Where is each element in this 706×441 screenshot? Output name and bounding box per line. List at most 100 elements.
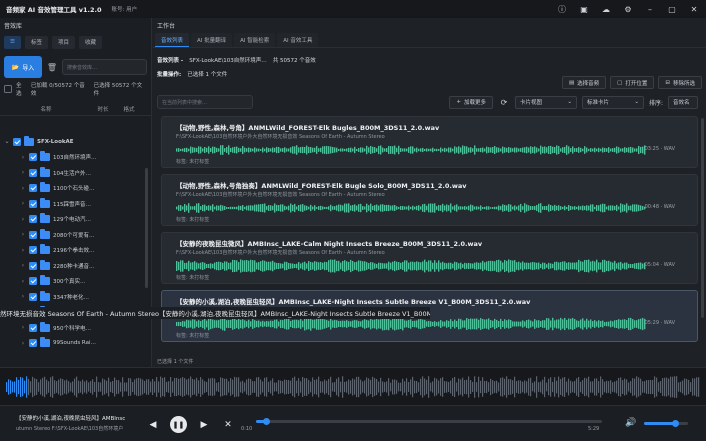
column-name[interactable]: 名称 (0, 105, 92, 113)
chevron-right-icon[interactable]: › (20, 231, 26, 238)
select-audio-button[interactable]: ▤ 选择音频 (561, 76, 607, 89)
chevron-right-icon[interactable]: › (20, 247, 26, 254)
tree-checkbox[interactable] (29, 153, 37, 162)
tree-item[interactable]: › 115踩雪声音… (0, 196, 148, 212)
gear-icon[interactable]: ⚙ (622, 3, 634, 15)
info-icon[interactable]: ⓘ (556, 3, 568, 15)
tree-item[interactable]: › 1100个石头碰… (0, 181, 148, 197)
tree-item[interactable]: › 2080个可爱有… (0, 227, 148, 243)
sound-card[interactable]: 【安静的夜晚昆虫微风】AMBInsc_LAKE-Calm Night Insec… (161, 232, 698, 284)
sound-card[interactable]: 【动物,野性,森林,号角】ANMLWild_FOREST-Elk Bugles_… (161, 116, 698, 168)
waveform-bar (588, 205, 590, 211)
waveform-bar (410, 206, 412, 210)
tree-item[interactable]: › 104生活户外… (0, 165, 148, 181)
tree-checkbox[interactable] (29, 246, 37, 255)
tree-item[interactable]: › 950个科学电… (0, 320, 148, 336)
select-all-checkbox[interactable] (4, 85, 12, 93)
waveform-overview-svg[interactable] (6, 372, 700, 402)
tab-projects[interactable]: 项目 (51, 35, 75, 49)
chevron-right-icon[interactable]: › (20, 216, 26, 223)
waveform-bar (212, 319, 214, 329)
tree-checkbox[interactable] (29, 261, 37, 270)
library-search-input[interactable]: 搜索音效库… (62, 59, 147, 75)
load-more-button[interactable]: + 加载更多 (449, 95, 493, 109)
overview-bar (362, 381, 364, 393)
tab-ai-translate[interactable]: AI 批量翻译 (191, 33, 233, 47)
tab-favorites[interactable]: 收藏 (78, 35, 102, 49)
chevron-right-icon[interactable]: › (20, 185, 26, 192)
sound-card-waveform[interactable] (176, 201, 646, 215)
tree-checkbox[interactable] (29, 199, 37, 208)
tree-root[interactable]: ⌄ SFX-LookAE (0, 134, 148, 150)
tree-checkbox[interactable] (29, 292, 37, 301)
waveform-bar (422, 147, 424, 153)
next-icon[interactable]: ▶ (197, 418, 211, 432)
view-mode-select[interactable]: 卡片视图 ⌄ (514, 95, 577, 109)
sound-card-waveform[interactable] (176, 143, 646, 157)
chevron-right-icon[interactable]: › (20, 200, 26, 207)
chat-icon[interactable]: ☁ (600, 3, 612, 15)
tree-item[interactable]: › 2280种卡通音… (0, 258, 148, 274)
tree-checkbox[interactable] (29, 323, 37, 332)
tree-checkbox[interactable] (29, 168, 37, 177)
previous-icon[interactable]: ◀ (146, 418, 160, 432)
chevron-right-icon[interactable]: › (20, 324, 26, 331)
chevron-right-icon[interactable]: › (20, 340, 26, 347)
tree-checkbox[interactable] (29, 184, 37, 193)
maximize-icon[interactable]: ▢ (666, 3, 678, 15)
tree-item[interactable]: › 129个电动汽… (0, 212, 148, 228)
column-format[interactable]: 格式 (114, 105, 144, 113)
chevron-right-icon[interactable]: › (20, 154, 26, 161)
refresh-icon[interactable]: ⟳ (498, 96, 510, 108)
tree-checkbox[interactable] (29, 339, 37, 348)
chevron-right-icon[interactable]: › (20, 293, 26, 300)
sound-card-waveform[interactable] (176, 259, 646, 273)
card-size-select[interactable]: 标准卡片 ⌄ (581, 95, 644, 109)
list-scrollbar[interactable] (701, 118, 704, 318)
volume-icon[interactable]: 🔊 (624, 416, 638, 430)
progress-knob[interactable] (263, 418, 271, 425)
overview-bar (110, 381, 112, 393)
tab-ai-tools[interactable]: AI 音效工具 (277, 33, 319, 47)
progress-slider[interactable] (256, 418, 602, 425)
import-button[interactable]: 📂 导入 (4, 56, 42, 78)
tab-ai-search[interactable]: AI 智能检索 (234, 33, 276, 47)
close-icon[interactable]: ✕ (688, 3, 700, 15)
tree-item[interactable]: › 99Sounds Rai… (0, 336, 148, 352)
chevron-down-icon[interactable]: ⌄ (4, 138, 10, 145)
window-icon[interactable]: ▣ (578, 3, 590, 15)
tree-item[interactable]: › 103自然环境声… (0, 150, 148, 166)
tree-checkbox[interactable] (29, 230, 37, 239)
tree-checkbox[interactable] (29, 215, 37, 224)
chevron-right-icon[interactable]: › (20, 169, 26, 176)
minimize-icon[interactable]: – (644, 3, 656, 15)
tab-tags[interactable]: 标签 (24, 35, 48, 49)
tree-checkbox[interactable] (29, 277, 37, 286)
tree-item[interactable]: › 300个真实… (0, 274, 148, 290)
sort-select[interactable]: 音效名 (668, 95, 698, 109)
remove-selected-button[interactable]: ⊟ 移除所选 (658, 76, 702, 89)
tree-item[interactable]: › 2196个拳击效… (0, 243, 148, 259)
overview-bar (504, 378, 506, 396)
list-search-input[interactable]: 在当前列表中搜索… (157, 95, 253, 109)
overlay-caption: 然环境无损音效 Seasons Of Earth - Autumn Stereo… (0, 307, 430, 319)
open-location-button[interactable]: ▢ 打开位置 (610, 76, 655, 89)
sound-card-waveform[interactable] (176, 317, 646, 331)
pause-icon[interactable]: ❚❚ (170, 416, 187, 433)
tree-checkbox[interactable] (13, 137, 21, 146)
waveform-bar (444, 321, 446, 327)
chevron-right-icon[interactable]: › (20, 278, 26, 285)
close-icon[interactable]: ✕ (221, 418, 235, 432)
waveform-overview[interactable] (0, 367, 706, 405)
tab-sound-list[interactable]: 音效列表 (155, 33, 190, 47)
chevron-right-icon[interactable]: › (20, 262, 26, 269)
tree-item[interactable]: › 3347种老化… (0, 289, 148, 305)
volume-knob[interactable] (671, 420, 679, 427)
tab-library-icon[interactable]: ☰ (4, 35, 21, 49)
waveform-bar (276, 146, 278, 154)
volume-slider[interactable] (644, 420, 688, 427)
column-duration[interactable]: 时长 (92, 105, 114, 113)
trash-icon[interactable]: 🗑 (46, 61, 58, 73)
sound-card[interactable]: 【动物,野性,森林,号角独奏】ANMLWild_FOREST-Elk Bugle… (161, 174, 698, 226)
waveform-bar (302, 146, 304, 154)
